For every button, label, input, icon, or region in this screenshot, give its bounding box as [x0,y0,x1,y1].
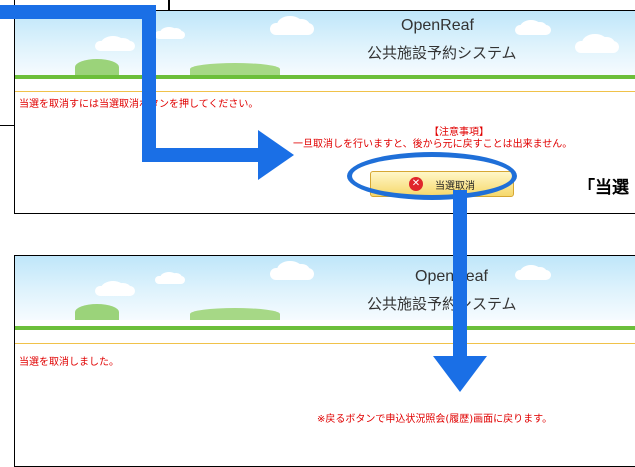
header-banner: OpenReaf 公共施設予約システム [15,256,635,320]
arrow-shaft-vertical [142,5,156,162]
system-title: 公共施設予約システム [367,295,517,313]
cloud-decoration [270,261,314,280]
cloud-decoration [155,271,185,284]
cloud-decoration [270,16,314,35]
content-divider [15,343,635,344]
cloud-decoration [515,19,551,35]
arrow-shaft-down [453,190,467,358]
brand-logo: OpenReaf [401,17,474,34]
bottom-screen-panel: OpenReaf 公共施設予約システム 当選を取消しました。 ※戻るボタンで申込… [14,255,635,467]
brand-logo: OpenReaf [415,268,488,285]
cloud-decoration [95,35,135,51]
return-note: ※戻るボタンで申込状況照会(履歴)画面に戻ります。 [317,414,553,425]
cloud-decoration [155,26,185,39]
system-title: 公共施設予約システム [367,44,517,62]
cloud-decoration [515,264,551,280]
instruction-text: 当選を取消すには当選取消ボタンを押してください。 [19,99,259,110]
callout-label: 「当選 [578,178,629,198]
notice-body: 一旦取消しを行いますと、後から元に戻すことは出来ません。 [293,139,573,150]
town-decoration [190,63,280,75]
town-decoration [190,308,280,320]
arrow-shaft-top [0,5,156,19]
arrow-down-icon [433,356,487,392]
header-banner: OpenReaf 公共施設予約システム [15,11,635,75]
highlight-oval [347,152,517,200]
arrow-shaft-horizontal [142,148,260,162]
arrow-right-icon [258,130,294,180]
hill-decoration [75,59,119,75]
cloud-decoration [575,34,619,53]
result-text: 当選を取消しました。 [19,357,119,368]
top-screen-panel: OpenReaf 公共施設予約システム 当選を取消すには当選取消ボタンを押してく… [14,10,635,214]
header-divider [15,75,635,79]
content-divider [15,91,635,92]
hill-decoration [75,304,119,320]
header-divider [15,326,635,330]
cloud-decoration [95,280,135,296]
